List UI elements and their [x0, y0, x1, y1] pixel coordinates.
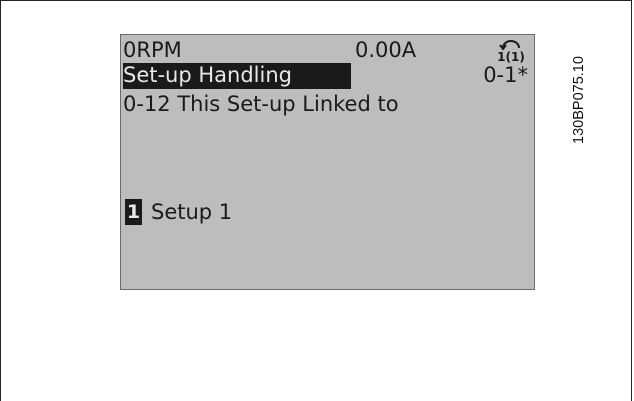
selection-index: 1 — [126, 201, 141, 223]
speed-readout: 0RPM — [123, 38, 182, 62]
menu-title: Set-up Handling — [123, 63, 292, 87]
menu-code: 0-1* — [483, 63, 528, 87]
setup-indicator-text: 1(1) — [497, 50, 525, 63]
parameter-name: 0-12 This Set-up Linked to — [123, 92, 399, 116]
figure-code-text: 130BP075.10 — [571, 55, 587, 144]
setup-cycle-icon: 1(1) — [497, 40, 525, 64]
setup-indicator: 1(1) — [489, 37, 533, 64]
current-readout: 0.00A — [355, 38, 417, 62]
lcd-display: 0RPM 0.00A 1(1) Set-up Handling 0-1* 0-1… — [120, 34, 535, 290]
selection-value: Setup 1 — [151, 200, 233, 224]
figure-code: 130BP075.10 — [569, 12, 589, 187]
